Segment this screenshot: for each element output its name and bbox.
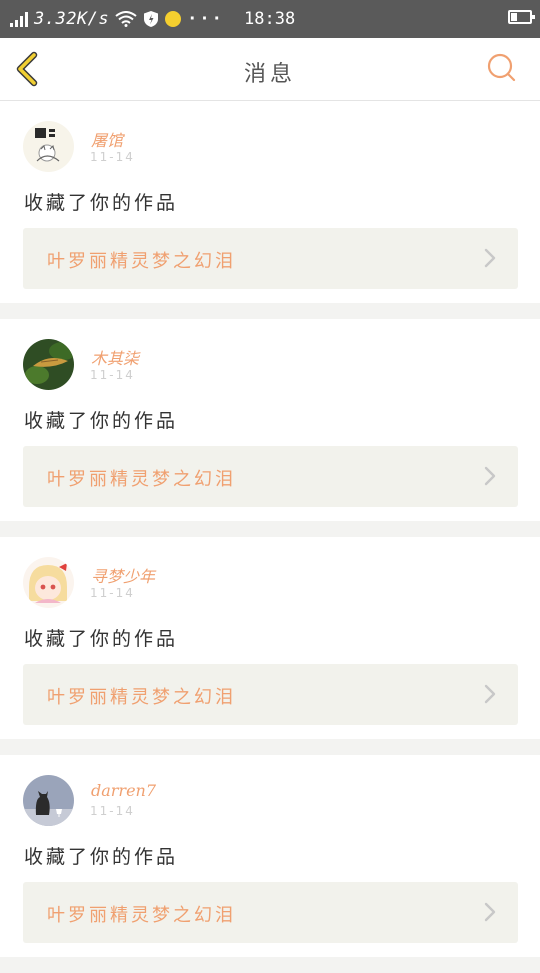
timestamp: 11-14 bbox=[90, 586, 135, 600]
work-link[interactable]: 叶罗丽精灵梦之幻泪 bbox=[23, 228, 518, 289]
message-card: 木其柒 11-14 收藏了你的作品 叶罗丽精灵梦之幻泪 bbox=[0, 319, 540, 521]
chevron-right-icon bbox=[484, 902, 496, 922]
message-card: 屠馆 11-14 收藏了你的作品 叶罗丽精灵梦之幻泪 bbox=[0, 101, 540, 303]
avatar[interactable] bbox=[23, 339, 74, 390]
work-title: 叶罗丽精灵梦之幻泪 bbox=[47, 905, 236, 926]
action-text: 收藏了你的作品 bbox=[24, 410, 179, 432]
notification-dot-icon bbox=[165, 11, 182, 27]
signal-icon bbox=[10, 11, 28, 27]
action-text: 收藏了你的作品 bbox=[24, 628, 179, 650]
username[interactable]: darren7 bbox=[91, 781, 156, 800]
timestamp: 11-14 bbox=[90, 804, 135, 818]
chevron-right-icon bbox=[484, 466, 496, 486]
timestamp: 11-14 bbox=[90, 368, 135, 382]
username[interactable]: 屠馆 bbox=[91, 127, 123, 151]
username[interactable]: 木其柒 bbox=[91, 345, 139, 369]
work-link[interactable]: 叶罗丽精灵梦之幻泪 bbox=[23, 664, 518, 725]
chevron-right-icon bbox=[484, 684, 496, 704]
shield-icon bbox=[144, 11, 159, 27]
work-title: 叶罗丽精灵梦之幻泪 bbox=[47, 469, 236, 490]
network-speed: 3.32K/s bbox=[34, 9, 110, 29]
battery-icon bbox=[508, 10, 535, 24]
work-link[interactable]: 叶罗丽精灵梦之幻泪 bbox=[23, 446, 518, 507]
clock: 18:38 bbox=[244, 9, 296, 29]
work-title: 叶罗丽精灵梦之幻泪 bbox=[47, 251, 236, 272]
action-text: 收藏了你的作品 bbox=[24, 192, 179, 214]
avatar[interactable] bbox=[23, 121, 74, 172]
chevron-right-icon bbox=[484, 248, 496, 268]
avatar[interactable] bbox=[23, 775, 74, 826]
navigation-bar: 消息 bbox=[0, 38, 540, 101]
message-card: 寻梦少年 11-14 收藏了你的作品 叶罗丽精灵梦之幻泪 bbox=[0, 537, 540, 739]
page-title: 消息 bbox=[243, 62, 296, 87]
more-icon: ··· bbox=[187, 9, 224, 29]
wifi-icon bbox=[115, 11, 137, 27]
search-icon[interactable] bbox=[486, 52, 518, 84]
work-title: 叶罗丽精灵梦之幻泪 bbox=[47, 687, 236, 708]
avatar[interactable] bbox=[23, 557, 74, 608]
work-link[interactable]: 叶罗丽精灵梦之幻泪 bbox=[23, 882, 518, 943]
message-card: darren7 11-14 收藏了你的作品 叶罗丽精灵梦之幻泪 bbox=[0, 755, 540, 957]
action-text: 收藏了你的作品 bbox=[24, 846, 179, 868]
message-list: 屠馆 11-14 收藏了你的作品 叶罗丽精灵梦之幻泪 木其柒 11-14 收藏了… bbox=[0, 101, 540, 973]
username[interactable]: 寻梦少年 bbox=[91, 563, 155, 587]
timestamp: 11-14 bbox=[90, 150, 135, 164]
status-bar: 3.32K/s ··· 18:38 bbox=[0, 0, 540, 38]
